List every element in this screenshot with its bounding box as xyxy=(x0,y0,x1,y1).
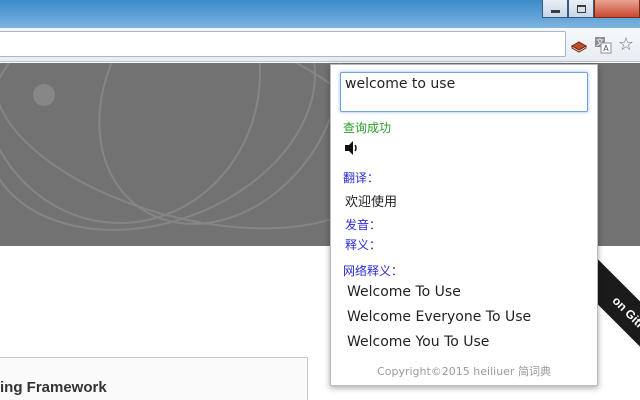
window-controls xyxy=(542,0,640,20)
web-definition-label: 网络释义： xyxy=(343,264,404,278)
web-definition-item: Welcome To Use xyxy=(347,284,461,300)
speaker-icon[interactable] xyxy=(343,140,359,156)
status-text: 查询成功 xyxy=(343,121,392,135)
book-icon[interactable] xyxy=(569,35,589,55)
query-input[interactable] xyxy=(340,72,588,112)
browser-toolbar: 文 A ☆ xyxy=(0,28,640,62)
minimize-icon xyxy=(550,10,560,13)
web-definition-item: Welcome You To Use xyxy=(347,334,490,350)
dictionary-popup: 查询成功 翻译： 欢迎使用 发音： 释义： 网络释义： Welcome To U… xyxy=(330,64,598,386)
address-bar[interactable] xyxy=(0,31,566,57)
close-button[interactable] xyxy=(594,0,640,18)
pronunciation-label: 发音： xyxy=(345,218,382,232)
window-titlebar xyxy=(0,0,640,28)
translation-value: 欢迎使用 xyxy=(345,195,398,210)
definition-label: 释义： xyxy=(345,238,382,252)
maximize-button[interactable] xyxy=(568,0,594,18)
translate-icon[interactable]: 文 A xyxy=(593,35,613,55)
translation-label: 翻译： xyxy=(343,171,380,185)
framework-heading: ing Framework xyxy=(0,379,107,396)
web-definition-item: Welcome Everyone To Use xyxy=(347,309,532,325)
popup-footer: Copyright©2015 heiliuer 简词典 xyxy=(377,365,551,378)
maximize-icon xyxy=(576,4,586,13)
bookmark-star-icon[interactable]: ☆ xyxy=(616,35,636,55)
minimize-button[interactable] xyxy=(542,0,568,18)
svg-text:A: A xyxy=(603,44,609,53)
